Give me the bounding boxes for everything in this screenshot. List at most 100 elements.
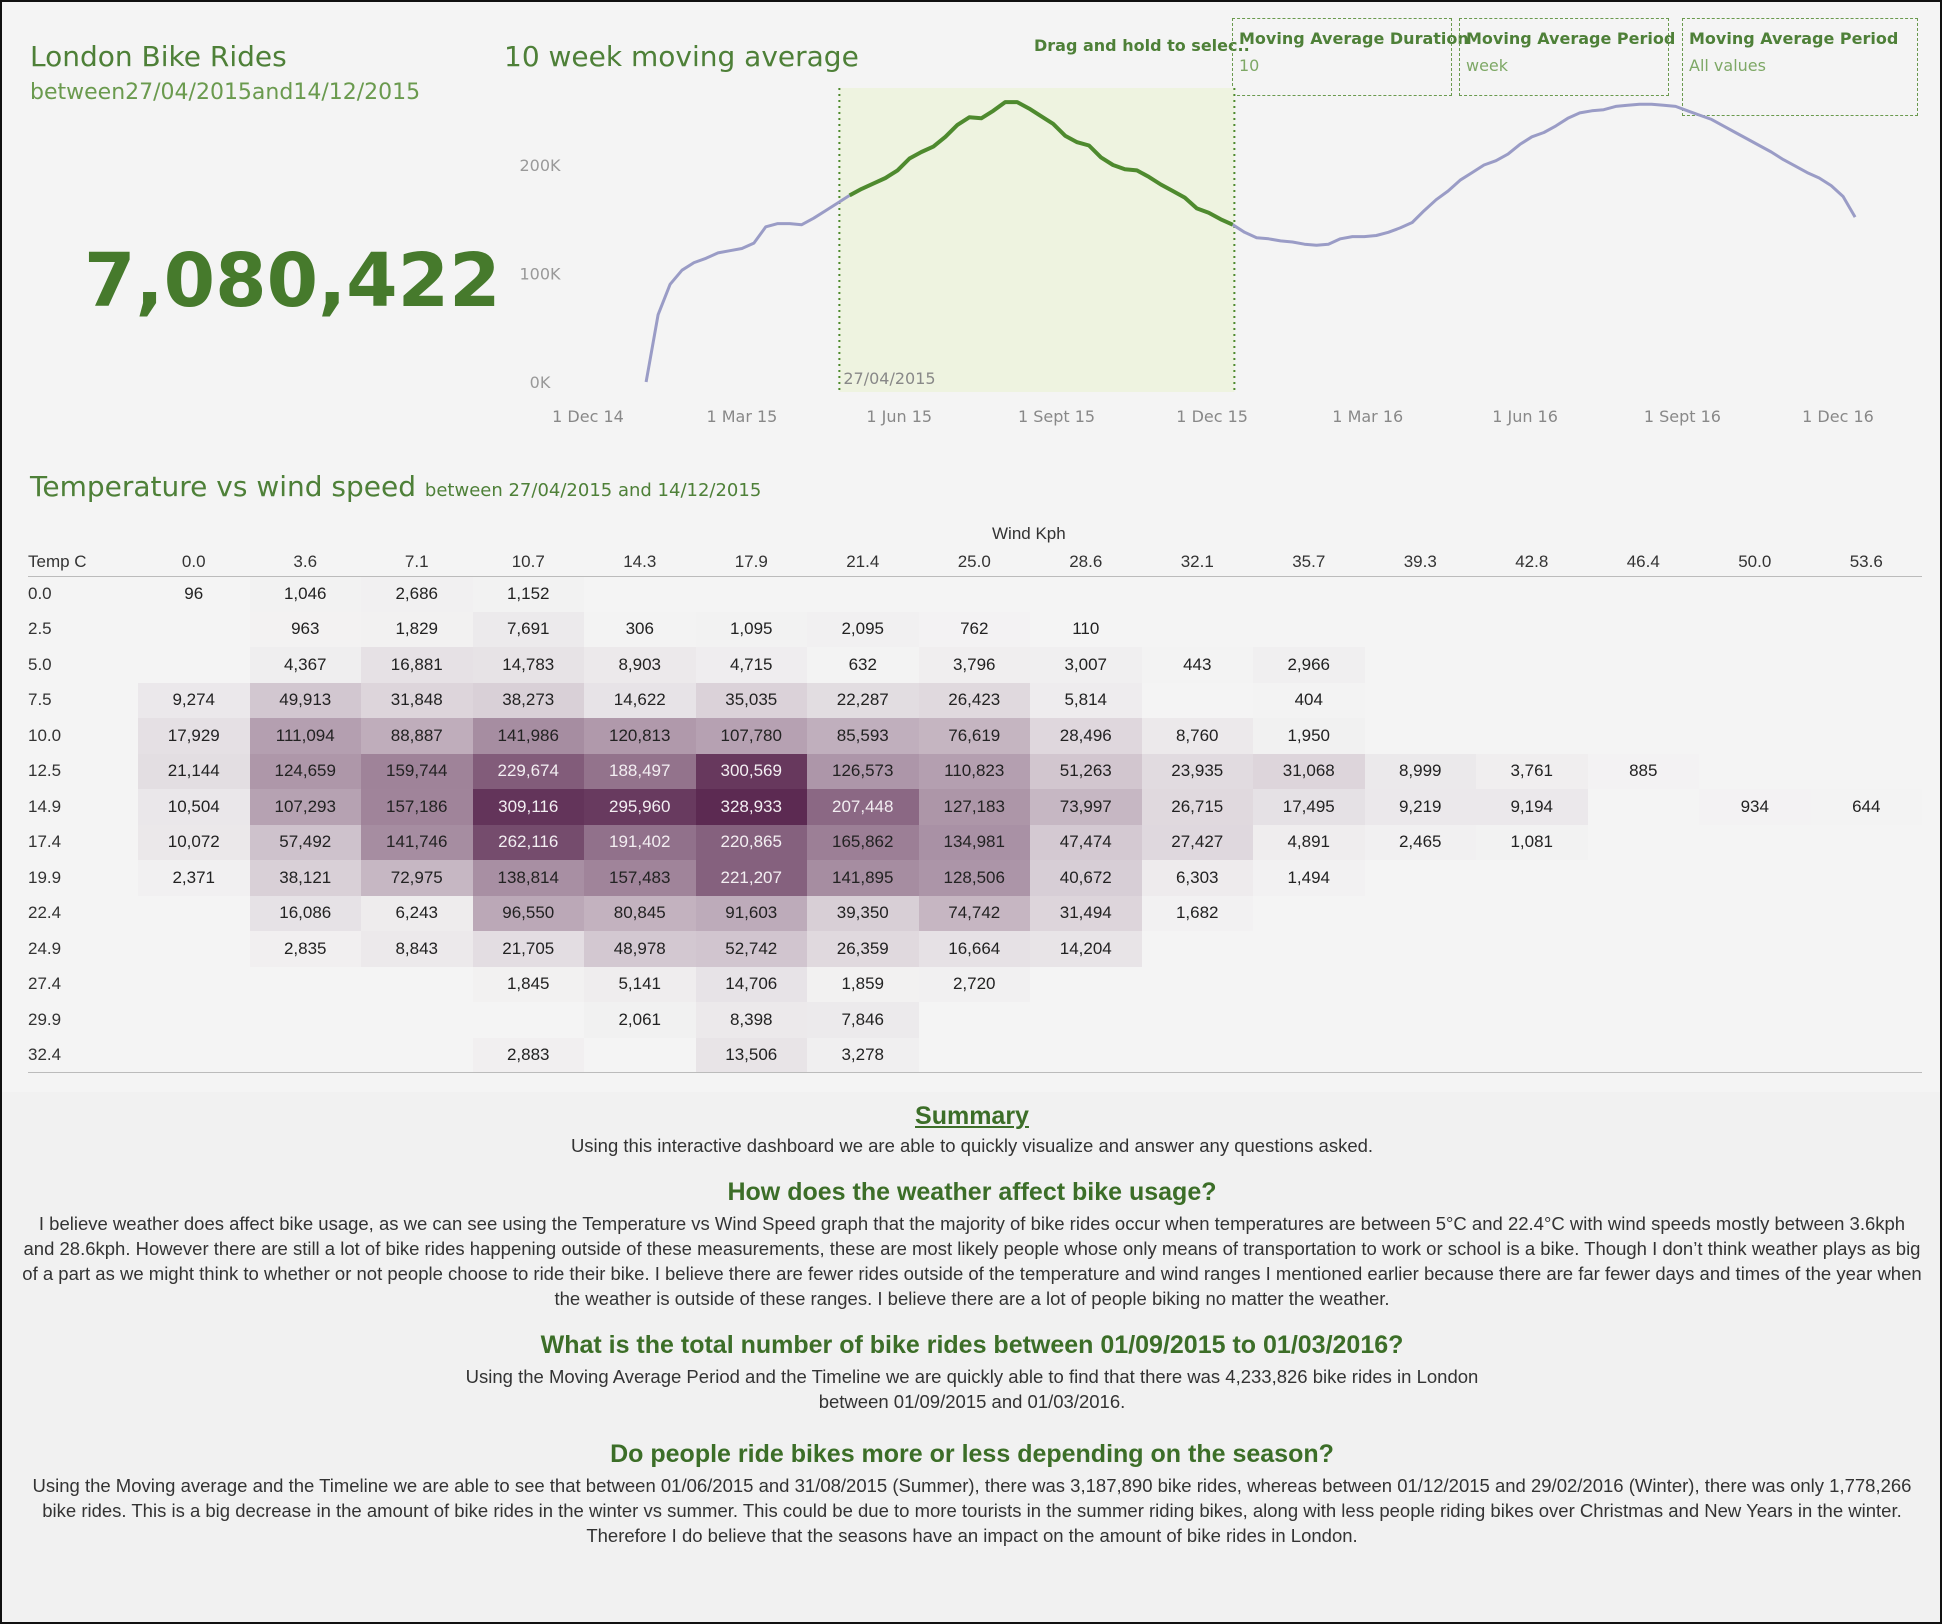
heatmap-cell[interactable] [1588, 1002, 1700, 1038]
heatmap-cell[interactable] [138, 1038, 250, 1074]
heatmap-cell[interactable]: 10,504 [138, 789, 250, 825]
heatmap-cell[interactable] [696, 576, 808, 612]
heatmap-cell[interactable] [1142, 931, 1254, 967]
heatmap-cell[interactable]: 107,293 [249, 789, 361, 825]
heatmap-cell[interactable] [919, 1038, 1031, 1074]
heatmap-cell[interactable] [1365, 860, 1477, 896]
heatmap-cell[interactable]: 191,402 [584, 824, 696, 860]
heatmap-cell[interactable] [1699, 1002, 1811, 1038]
heatmap-cell[interactable] [1365, 718, 1477, 754]
heatmap-cell[interactable]: 14,783 [472, 647, 584, 683]
heatmap-cell[interactable]: 91,603 [695, 895, 807, 931]
heatmap-cell[interactable]: 9,219 [1364, 789, 1476, 825]
series-line-unselected[interactable] [1231, 102, 1857, 247]
heatmap-cell[interactable]: 21,144 [138, 753, 250, 789]
heatmap-cell[interactable] [1699, 1038, 1811, 1074]
heatmap-cell[interactable] [1365, 612, 1477, 648]
heatmap-cell[interactable] [1811, 754, 1923, 790]
heatmap-cell[interactable]: 23,935 [1141, 753, 1253, 789]
heatmap-cell[interactable]: 404 [1253, 682, 1365, 718]
heatmap-cell[interactable]: 632 [807, 647, 919, 683]
heatmap-cell[interactable] [1588, 718, 1700, 754]
heatmap-cell[interactable] [1253, 967, 1365, 1003]
heatmap-cell[interactable]: 300,569 [695, 753, 807, 789]
series-line-unselected[interactable] [644, 194, 851, 383]
heatmap-cell[interactable]: 4,367 [249, 647, 361, 683]
heatmap-cell[interactable] [1588, 789, 1700, 825]
heatmap-cell[interactable]: 80,845 [584, 895, 696, 931]
heatmap-cell[interactable]: 207,448 [807, 789, 919, 825]
heatmap-cell[interactable]: 1,046 [249, 576, 361, 612]
heatmap-cell[interactable]: 1,950 [1253, 718, 1365, 754]
heatmap-cell[interactable] [1476, 576, 1588, 612]
heatmap-cell[interactable] [1476, 896, 1588, 932]
heatmap-cell[interactable]: 76,619 [918, 718, 1030, 754]
heatmap-cell[interactable]: 1,081 [1476, 824, 1588, 860]
heatmap-cell[interactable]: 26,359 [807, 931, 919, 967]
heatmap-cell[interactable]: 9,194 [1476, 789, 1588, 825]
heatmap-cell[interactable] [1588, 967, 1700, 1003]
heatmap-cell[interactable]: 2,465 [1364, 824, 1476, 860]
heatmap-cell[interactable]: 4,891 [1253, 824, 1365, 860]
heatmap-cell[interactable] [1811, 612, 1923, 648]
heatmap-cell[interactable]: 7,846 [807, 1002, 919, 1038]
heatmap-cell[interactable] [1476, 931, 1588, 967]
heatmap-cell[interactable]: 16,086 [249, 895, 361, 931]
heatmap-cell[interactable] [1253, 1038, 1365, 1074]
heatmap-cell[interactable]: 1,682 [1141, 895, 1253, 931]
heatmap-cell[interactable] [1030, 1038, 1142, 1074]
heatmap-cell[interactable]: 21,705 [472, 931, 584, 967]
heatmap-cell[interactable]: 52,742 [695, 931, 807, 967]
heatmap-cell[interactable]: 27,427 [1141, 824, 1253, 860]
heatmap-cell[interactable]: 13,506 [695, 1037, 807, 1073]
heatmap-cell[interactable]: 8,843 [361, 931, 473, 967]
selection-band[interactable] [839, 88, 1235, 392]
heatmap-cell[interactable]: 229,674 [472, 753, 584, 789]
heatmap-cell[interactable]: 9,274 [138, 682, 250, 718]
heatmap-cell[interactable] [1588, 612, 1700, 648]
heatmap-cell[interactable]: 8,760 [1141, 718, 1253, 754]
heatmap-cell[interactable] [1588, 576, 1700, 612]
heatmap-cell[interactable]: 328,933 [695, 789, 807, 825]
heatmap-cell[interactable]: 7,691 [472, 611, 584, 647]
heatmap-cell[interactable]: 141,895 [807, 860, 919, 896]
heatmap-cell[interactable]: 10,072 [138, 824, 250, 860]
heatmap-cell[interactable]: 2,720 [918, 966, 1030, 1002]
heatmap-cell[interactable] [1476, 1038, 1588, 1074]
heatmap-cell[interactable]: 443 [1141, 647, 1253, 683]
heatmap-cell[interactable]: 295,960 [584, 789, 696, 825]
heatmap-cell[interactable]: 8,903 [584, 647, 696, 683]
heatmap-cell[interactable] [1142, 612, 1254, 648]
heatmap-cell[interactable] [1365, 1038, 1477, 1074]
heatmap-cell[interactable]: 14,706 [695, 966, 807, 1002]
heatmap-cell[interactable]: 126,573 [807, 753, 919, 789]
heatmap-cell[interactable]: 1,152 [472, 576, 584, 612]
heatmap-cell[interactable] [1699, 683, 1811, 719]
heatmap-cell[interactable]: 16,664 [918, 931, 1030, 967]
heatmap-cell[interactable]: 3,796 [918, 647, 1030, 683]
heatmap-cell[interactable] [1476, 718, 1588, 754]
heatmap-cell[interactable]: 96,550 [472, 895, 584, 931]
heatmap-cell[interactable] [1811, 576, 1923, 612]
heatmap-cell[interactable] [1588, 647, 1700, 683]
heatmap-cell[interactable] [1811, 896, 1923, 932]
heatmap-cell[interactable] [1476, 647, 1588, 683]
heatmap-cell[interactable] [1476, 1002, 1588, 1038]
heatmap-cell[interactable]: 17,495 [1253, 789, 1365, 825]
heatmap-cell[interactable]: 51,263 [1030, 753, 1142, 789]
heatmap-cell[interactable]: 2,883 [472, 1037, 584, 1073]
heatmap-cell[interactable]: 1,845 [472, 966, 584, 1002]
heatmap-cell[interactable]: 39,350 [807, 895, 919, 931]
heatmap-cell[interactable] [1699, 718, 1811, 754]
heatmap-cell[interactable] [250, 1038, 362, 1074]
heatmap-cell[interactable]: 49,913 [249, 682, 361, 718]
heatmap-cell[interactable] [250, 967, 362, 1003]
heatmap-cell[interactable] [1253, 1002, 1365, 1038]
heatmap-cell[interactable]: 128,506 [918, 860, 1030, 896]
heatmap-cell[interactable]: 47,474 [1030, 824, 1142, 860]
heatmap-cell[interactable] [919, 576, 1031, 612]
heatmap-cell[interactable] [1588, 896, 1700, 932]
heatmap-cell[interactable]: 141,986 [472, 718, 584, 754]
heatmap-cell[interactable]: 85,593 [807, 718, 919, 754]
heatmap-cell[interactable]: 28,496 [1030, 718, 1142, 754]
